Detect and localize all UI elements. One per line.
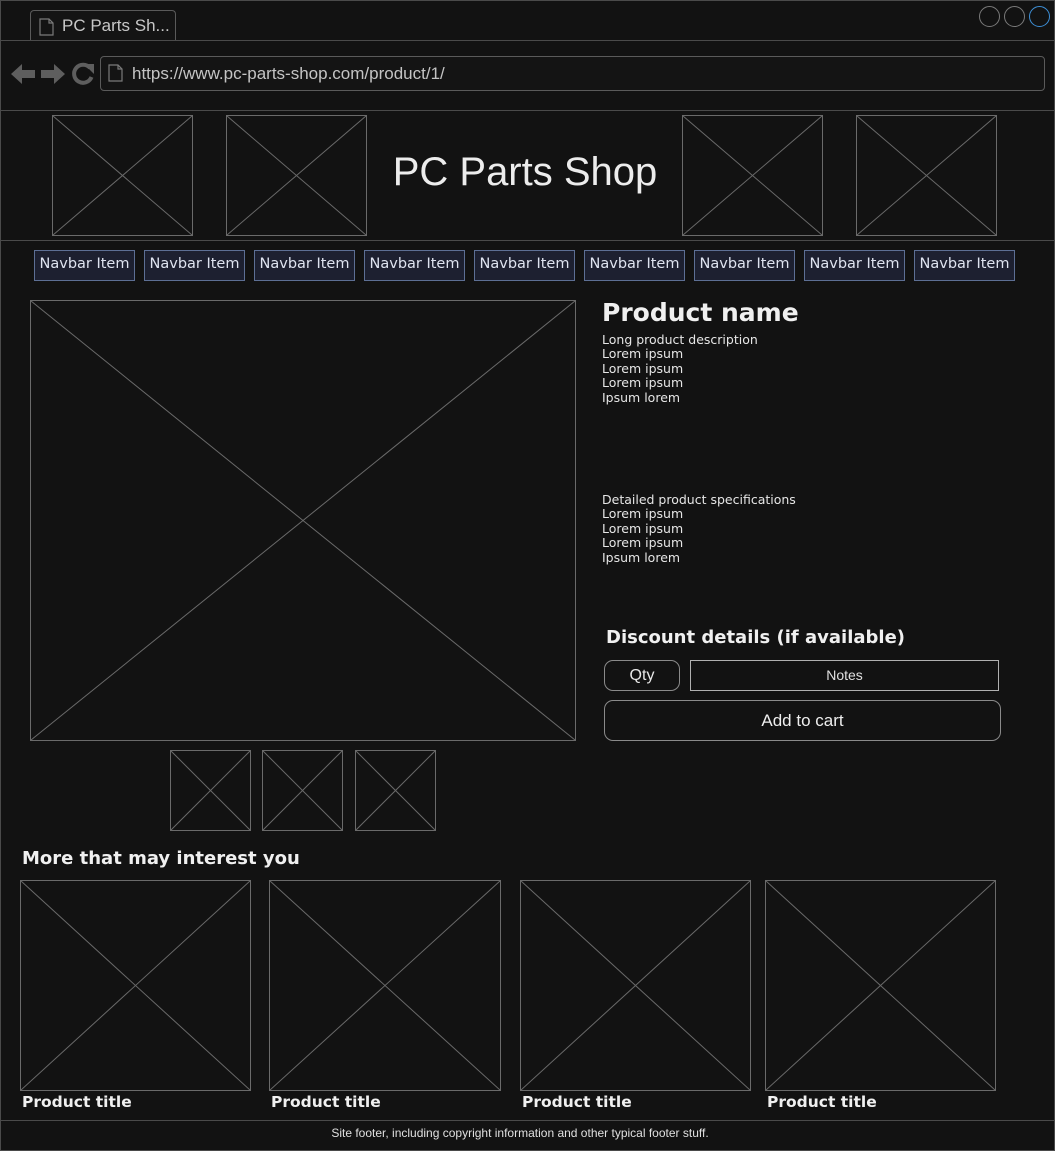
- description-line: Lorem ipsum: [602, 360, 684, 376]
- page-icon: [108, 64, 123, 82]
- tab-strip-divider: [0, 40, 1055, 41]
- recommendations-heading: More that may interest you: [22, 848, 300, 869]
- product-thumbnail[interactable]: [262, 750, 343, 831]
- spec-line: Ipsum lorem: [602, 549, 681, 565]
- navbar-item[interactable]: Navbar Item: [694, 250, 795, 281]
- forward-arrow-icon[interactable]: [40, 62, 66, 86]
- discount-details: Discount details (if available): [606, 627, 906, 648]
- recommended-product-title[interactable]: Product title: [767, 1093, 877, 1111]
- navbar-item[interactable]: Navbar Item: [34, 250, 135, 281]
- close-button[interactable]: [1029, 6, 1050, 27]
- description-line: Lorem ipsum: [602, 375, 684, 391]
- quantity-field[interactable]: Qty: [604, 660, 680, 691]
- description-line: Lorem ipsum: [602, 346, 684, 362]
- header-image-placeholder: [682, 115, 823, 236]
- footer-divider: [0, 1120, 1055, 1121]
- recommended-product-image[interactable]: [269, 880, 501, 1091]
- navbar-item[interactable]: Navbar Item: [254, 250, 355, 281]
- navbar-item[interactable]: Navbar Item: [804, 250, 905, 281]
- site-footer: Site footer, including copyright informa…: [331, 1126, 709, 1140]
- description-line: Ipsum lorem: [602, 389, 681, 405]
- url-text: https://www.pc-parts-shop.com/product/1/: [132, 64, 445, 83]
- document-icon: [39, 18, 54, 36]
- site-title: PC Parts Shop: [392, 150, 658, 194]
- maximize-button[interactable]: [1004, 6, 1025, 27]
- product-thumbnail[interactable]: [170, 750, 251, 831]
- recommended-product-image[interactable]: [20, 880, 251, 1091]
- navbar-item[interactable]: Navbar Item: [584, 250, 685, 281]
- add-to-cart-button[interactable]: Add to cart: [604, 700, 1001, 741]
- header-image-placeholder: [52, 115, 193, 236]
- spec-line: Lorem ipsum: [602, 535, 684, 551]
- description-line: Long product description: [602, 332, 758, 347]
- recommended-product-image[interactable]: [520, 880, 751, 1091]
- navbar-item[interactable]: Navbar Item: [474, 250, 575, 281]
- minimize-button[interactable]: [979, 6, 1000, 27]
- address-bar[interactable]: https://www.pc-parts-shop.com/product/1/: [100, 56, 1045, 91]
- recommended-product-title[interactable]: Product title: [271, 1093, 381, 1111]
- navbar-item[interactable]: Navbar Item: [364, 250, 465, 281]
- product-thumbnail[interactable]: [355, 750, 436, 831]
- spec-line: Lorem ipsum: [602, 506, 684, 522]
- spec-line: Lorem ipsum: [602, 520, 684, 536]
- recommended-product-image[interactable]: [765, 880, 996, 1091]
- navbar-item[interactable]: Navbar Item: [144, 250, 245, 281]
- product-main-image[interactable]: [30, 300, 576, 741]
- tab-title: PC Parts Sh...: [62, 16, 170, 35]
- back-arrow-icon[interactable]: [10, 62, 36, 86]
- refresh-icon[interactable]: [70, 62, 96, 86]
- header-divider: [0, 240, 1055, 241]
- header-image-placeholder: [226, 115, 367, 236]
- notes-field[interactable]: Notes: [690, 660, 999, 691]
- product-description: Long product description Lorem ipsum Lor…: [602, 332, 758, 405]
- recommended-product-title[interactable]: Product title: [22, 1093, 132, 1111]
- product-name: Product name: [602, 298, 799, 327]
- product-specifications: Detailed product specifications Lorem ip…: [602, 492, 796, 565]
- spec-line: Detailed product specifications: [602, 492, 796, 507]
- recommended-product-title[interactable]: Product title: [522, 1093, 632, 1111]
- navbar-item[interactable]: Navbar Item: [914, 250, 1015, 281]
- header-image-placeholder: [856, 115, 997, 236]
- chrome-divider: [0, 110, 1055, 111]
- browser-tab[interactable]: PC Parts Sh...: [30, 10, 176, 41]
